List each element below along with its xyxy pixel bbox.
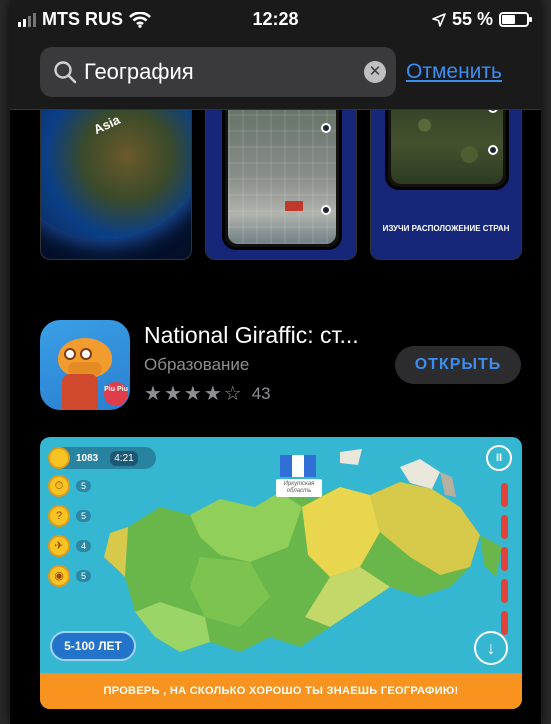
coin-icon <box>48 447 70 469</box>
location-arrow-icon <box>432 12 446 27</box>
airplane-powerup-icon: ✈ <box>48 535 70 557</box>
battery-percent: 55 % <box>451 9 493 29</box>
progress-marker <box>501 611 508 635</box>
powerup-count: 5 <box>76 510 92 522</box>
star-filled-icon: ★ <box>163 383 182 405</box>
age-badge: 5-100 ЛЕТ <box>50 631 136 661</box>
app-screenshot-countries[interactable]: ИЗУЧИ РАСПОЛОЖЕНИЕ СТРАН <box>370 110 522 260</box>
russia-map-image <box>104 449 502 652</box>
map-building <box>285 201 303 211</box>
earth-globe-image <box>41 110 191 240</box>
search-header: География ✕ Отменить <box>10 40 541 110</box>
battery-icon <box>499 12 532 27</box>
battery-level <box>502 15 516 24</box>
cancel-button[interactable]: Отменить <box>406 60 502 84</box>
powerup-count: 5 <box>76 480 92 492</box>
coins-timer-hud: 1083 4:21 <box>48 447 156 469</box>
star-empty-icon: ☆ <box>223 383 242 405</box>
app-title[interactable]: National Giraffic: ст... <box>144 322 359 349</box>
app-rating: ★ ★ ★ ★ ☆ 43 <box>144 384 271 404</box>
search-icon <box>54 61 77 84</box>
phone-mockup <box>385 110 509 190</box>
giraffe-body <box>62 374 98 410</box>
screenshot-caption: ИЗУЧИ РАСПОЛОЖЕНИЕ СТРАН <box>382 224 510 233</box>
pause-icon: II <box>486 445 512 471</box>
clear-search-icon[interactable]: ✕ <box>364 61 386 83</box>
stopwatch-powerup-icon: ⏱ <box>48 475 70 497</box>
coins-count: 1083 <box>76 452 99 464</box>
progress-marker <box>501 547 508 571</box>
rating-count: 43 <box>251 384 271 403</box>
eye-powerup-icon: ◉ <box>48 565 70 587</box>
region-flag-icon <box>280 455 316 477</box>
app-category: Образование <box>144 355 250 374</box>
giraffe-eye <box>64 348 76 360</box>
status-right: 55 % <box>432 9 532 30</box>
promo-banner: ПРОВЕРЬ , НА СКОЛЬКО ХОРОШО ТЫ ЗНАЕШЬ ГЕ… <box>40 673 522 709</box>
star-filled-icon: ★ <box>144 383 162 405</box>
star-filled-icon: ★ <box>183 383 202 405</box>
app-screenshot-globe[interactable]: Asia <box>40 110 192 260</box>
powerup-count: 4 <box>76 540 92 552</box>
aerial-map-image <box>228 110 336 244</box>
phone-mockup <box>222 110 342 250</box>
progress-marker <box>501 579 508 603</box>
open-button[interactable]: ОТКРЫТЬ <box>395 346 521 384</box>
search-input[interactable]: География ✕ <box>40 47 396 97</box>
timer: 4:21 <box>110 450 138 466</box>
giraffe-eye <box>80 348 92 360</box>
search-query: География <box>84 59 194 84</box>
forest-map-image <box>391 110 503 184</box>
star-filled-icon: ★ <box>203 383 222 405</box>
map-control-dot <box>321 205 331 215</box>
app-screenshot-satellite[interactable] <box>205 110 357 260</box>
progress-marker <box>501 483 508 507</box>
progress-marker <box>501 515 508 539</box>
map-control-dot <box>488 145 498 155</box>
phone-screen: MTS RUS 12:28 55 % География ✕ Отменить … <box>10 0 541 724</box>
piu-badge: Piu Piu <box>104 382 128 406</box>
arrow-down-icon: ↓ <box>474 631 508 665</box>
status-bar: MTS RUS 12:28 55 % <box>10 0 541 40</box>
map-control-dot <box>321 123 331 133</box>
region-label: Иркутская область <box>276 479 322 497</box>
app-icon[interactable]: Piu Piu <box>40 320 130 410</box>
game-screenshot[interactable]: 1083 4:21 ⏱ 5 ? 5 ✈ 4 ◉ 5 Иркутская обла… <box>40 437 522 709</box>
powerup-count: 5 <box>76 570 92 582</box>
hint-powerup-icon: ? <box>48 505 70 527</box>
giraffe-icon <box>58 338 112 378</box>
